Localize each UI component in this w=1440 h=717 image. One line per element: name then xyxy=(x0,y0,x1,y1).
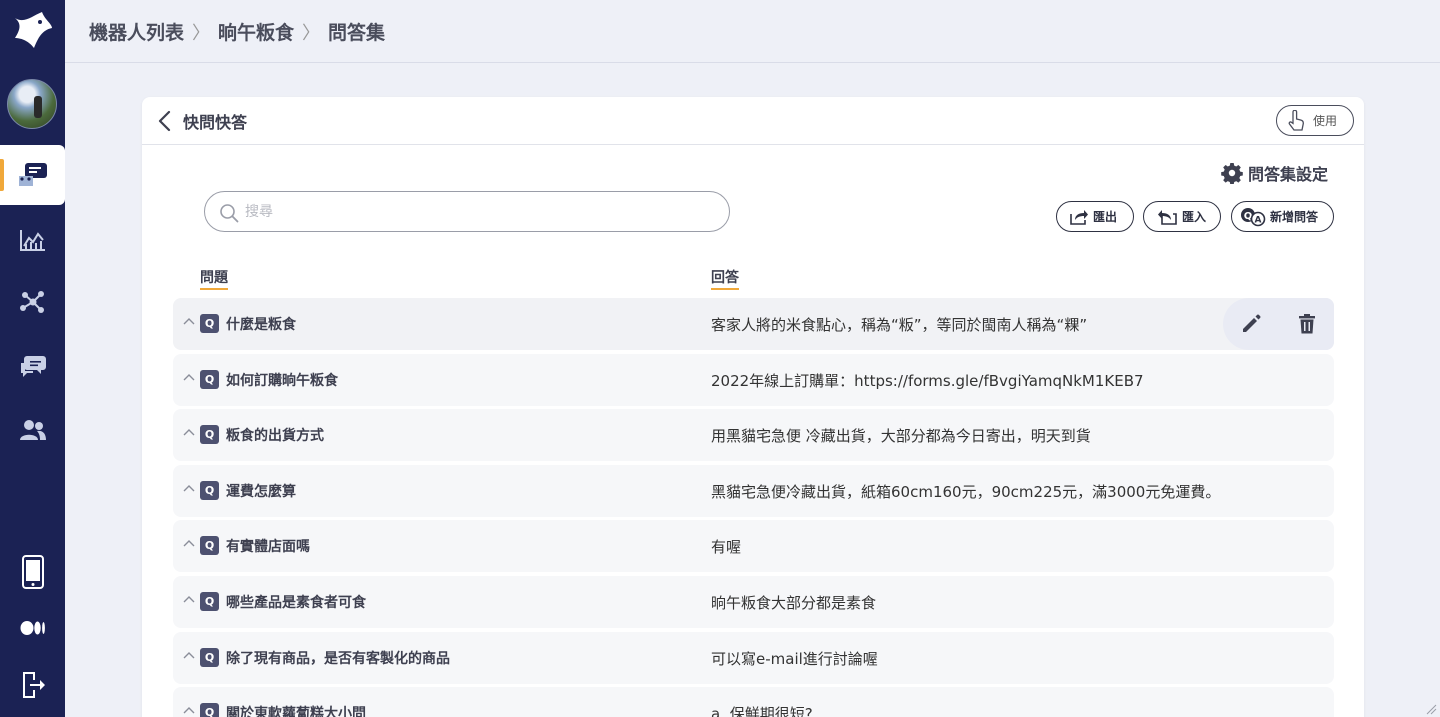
import-icon xyxy=(1158,209,1177,225)
column-header-question[interactable]: 問題 xyxy=(200,267,228,290)
chevron-up-icon[interactable] xyxy=(183,483,195,495)
qa-row[interactable]: Q 關於東軟蘿蔔糕大小問 a. 保鮮期很短? xyxy=(173,687,1334,717)
question-badge: Q xyxy=(200,536,219,556)
sidebar-item-device[interactable] xyxy=(0,542,65,602)
question-text: 什麼是粄食 xyxy=(226,317,296,333)
phone-icon xyxy=(21,555,44,589)
search-input[interactable] xyxy=(245,201,705,223)
svg-text:A: A xyxy=(1255,215,1262,225)
answer-text: 黑貓宅急便冷藏出貨，紙箱60cm160元，90cm225元，滿3000元免運費。 xyxy=(711,482,1221,501)
logo-icon[interactable] xyxy=(12,10,54,50)
question-badge: Q xyxy=(200,369,219,389)
question-badge: Q xyxy=(200,425,219,445)
qa-settings-label: 問答集設定 xyxy=(1248,165,1329,184)
qa-row[interactable]: Q 哪些產品是素食者可食 晌午粄食大部分都是素食 xyxy=(173,575,1334,628)
answer-text: 可以寫e-mail進行討論喔 xyxy=(711,649,878,668)
import-button[interactable]: 匯入 xyxy=(1143,201,1221,232)
chat-bot-icon xyxy=(18,163,47,186)
chevron-up-icon[interactable] xyxy=(183,705,195,717)
chevron-up-icon[interactable] xyxy=(183,594,195,606)
sidebar-item-medium[interactable] xyxy=(0,598,65,658)
breadcrumb-robot-list[interactable]: 機器人列表 xyxy=(89,18,184,45)
answer-text: 2022年線上訂購單：https://forms.gle/fBvgiYamqNk… xyxy=(711,371,1144,390)
sidebar-item-network[interactable] xyxy=(0,272,65,332)
sidebar-item-messages[interactable] xyxy=(0,336,65,396)
answer-text: a. 保鮮期很短? xyxy=(711,705,813,717)
avatar[interactable] xyxy=(7,79,57,129)
topbar: 機器人列表 〉 晌午粄食 〉 問答集 xyxy=(65,0,1440,63)
use-button-label: 使用 xyxy=(1313,114,1338,128)
answer-text: 用黑貓宅急便 冷藏出貨，大部分都為今日寄出，明天到貨 xyxy=(711,427,1091,446)
add-qa-label: 新增問答 xyxy=(1270,210,1319,224)
qa-row[interactable]: Q 粄食的出貨方式 用黑貓宅急便 冷藏出貨，大部分都為今日寄出，明天到貨 xyxy=(173,409,1334,462)
use-button[interactable]: 使用 xyxy=(1276,105,1354,136)
chevron-right-icon: 〉 xyxy=(302,22,321,44)
chevron-up-icon[interactable] xyxy=(183,316,195,328)
question-text: 哪些產品是素食者可食 xyxy=(226,594,366,611)
question-text: 粄食的出貨方式 xyxy=(226,428,324,445)
qa-settings-button[interactable]: 問答集設定 xyxy=(1221,161,1328,185)
question-text: 關於東軟蘿蔔糕大小問 xyxy=(226,706,366,717)
chevron-up-icon[interactable] xyxy=(183,372,195,384)
breadcrumb: 機器人列表 〉 晌午粄食 〉 問答集 xyxy=(89,18,385,45)
answer-text: 有喔 xyxy=(711,538,742,557)
export-button[interactable]: 匯出 xyxy=(1056,201,1134,232)
analytics-icon xyxy=(19,230,45,251)
question-badge: Q xyxy=(200,314,219,333)
settings-gear-icon xyxy=(1221,163,1243,184)
back-button[interactable] xyxy=(154,109,176,133)
column-header-answer[interactable]: 回答 xyxy=(711,267,739,290)
users-icon xyxy=(19,420,46,440)
question-text: 運費怎麼算 xyxy=(226,483,296,500)
breadcrumb-bot[interactable]: 晌午粄食 xyxy=(218,18,294,45)
breadcrumb-current: 問答集 xyxy=(328,22,386,44)
search-icon xyxy=(220,204,239,223)
qa-card: 快問快答 使用 問答集設定 匯出 匯入 xyxy=(142,97,1364,717)
logout-icon xyxy=(22,672,45,698)
sidebar-item-users[interactable] xyxy=(0,400,65,460)
qa-row[interactable]: Q 有實體店面嗎 有喔 xyxy=(173,520,1334,573)
question-badge: Q xyxy=(200,703,219,717)
medium-icon xyxy=(20,621,45,635)
chevron-up-icon[interactable] xyxy=(183,538,195,550)
qa-list: Q 什麼是粄食 客家人將的米食點心，稱為“粄”，等同於閩南人稱為“粿” Q 如何… xyxy=(173,298,1334,717)
sidebar xyxy=(0,0,65,717)
messages-icon xyxy=(20,356,46,377)
edit-pencil-icon[interactable] xyxy=(1240,313,1262,335)
sidebar-item-analytics[interactable] xyxy=(0,210,65,270)
qa-row[interactable]: Q 如何訂購晌午粄食 2022年線上訂購單：https://forms.gle/… xyxy=(173,353,1334,406)
trash-icon[interactable] xyxy=(1297,313,1317,335)
question-badge: Q xyxy=(200,480,219,500)
card-header: 快問快答 使用 xyxy=(142,97,1364,145)
qa-row[interactable]: Q 除了現有商品，是否有客製化的商品 可以寫e-mail進行討論喔 xyxy=(173,631,1334,684)
question-badge: Q xyxy=(200,591,219,611)
answer-text: 客家人將的米食點心，稱為“粄”，等同於閩南人稱為“粿” xyxy=(711,316,1088,334)
chevron-right-icon: 〉 xyxy=(192,22,211,44)
add-qa-button[interactable]: Q A 新增問答 xyxy=(1231,201,1334,232)
chevron-up-icon[interactable] xyxy=(183,650,195,662)
qa-row[interactable]: Q 運費怎麼算 黑貓宅急便冷藏出貨，紙箱60cm160元，90cm225元，滿3… xyxy=(173,464,1334,517)
chevron-left-icon xyxy=(158,110,171,132)
resize-handle-icon[interactable] xyxy=(1425,703,1437,715)
question-badge: Q xyxy=(200,647,219,667)
qa-row[interactable]: Q 什麼是粄食 客家人將的米食點心，稱為“粄”，等同於閩南人稱為“粿” xyxy=(173,298,1334,350)
import-label: 匯入 xyxy=(1182,210,1207,224)
answer-text: 晌午粄食大部分都是素食 xyxy=(711,593,877,612)
question-text: 除了現有商品，是否有客製化的商品 xyxy=(226,650,450,667)
row-actions xyxy=(1223,298,1334,350)
export-icon xyxy=(1070,209,1088,225)
page-title: 快問快答 xyxy=(183,113,248,132)
search-box xyxy=(204,191,730,232)
network-icon xyxy=(19,291,44,313)
sidebar-item-chatbot[interactable] xyxy=(0,145,65,205)
hand-pointer-icon xyxy=(1288,109,1304,131)
chevron-up-icon[interactable] xyxy=(183,427,195,439)
export-label: 匯出 xyxy=(1093,210,1118,224)
add-qa-icon: Q A xyxy=(1241,207,1266,226)
question-text: 如何訂購晌午粄食 xyxy=(226,372,338,389)
sidebar-item-logout[interactable] xyxy=(0,655,65,715)
question-text: 有實體店面嗎 xyxy=(226,539,310,556)
